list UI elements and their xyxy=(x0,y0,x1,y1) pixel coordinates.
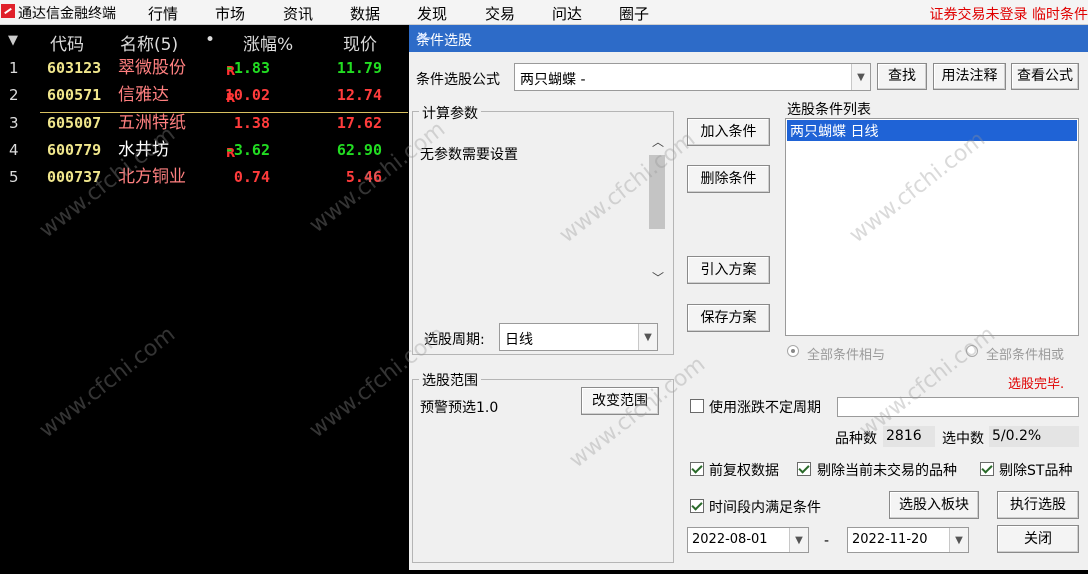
menu-item-market[interactable]: 市场 xyxy=(215,3,245,24)
usage-notes-button[interactable]: 用法注释 xyxy=(933,63,1006,90)
uncertain-period-checkbox[interactable] xyxy=(690,399,704,413)
stock-name: 信雅达 xyxy=(118,85,169,105)
save-plan-button[interactable]: 保存方案 xyxy=(687,304,770,332)
exclude-st-checkbox[interactable] xyxy=(980,462,994,476)
row-index: 1 xyxy=(9,59,19,77)
exclude-untraded-label: 剔除当前未交易的品种 xyxy=(817,463,957,479)
change-percent: -3.62 xyxy=(224,141,270,159)
stock-list: ▼ 代码 名称(5) • 涨幅% 现价 1 603123 翠微股份 R -1.83 11.… xyxy=(0,25,408,574)
scope-group-title: 选股范围 xyxy=(419,370,481,390)
time-range-checkbox[interactable] xyxy=(690,499,704,513)
row-index: 2 xyxy=(9,86,19,104)
condition-list-label: 选股条件列表 xyxy=(787,102,871,118)
done-status: 选股完毕. xyxy=(1008,377,1065,392)
col-header-price[interactable]: 现价 xyxy=(343,30,377,55)
date-to-picker[interactable]: 2022-11-20 ▼ xyxy=(847,527,969,553)
count-value: 2816 xyxy=(883,426,935,447)
add-to-block-button[interactable]: 选股入板块 xyxy=(889,491,979,519)
import-plan-button[interactable]: 引入方案 xyxy=(687,256,770,284)
last-price: 62.90 xyxy=(336,141,382,159)
menu-item-news[interactable]: 资讯 xyxy=(283,3,313,24)
app-logo-icon xyxy=(1,4,15,18)
change-percent: 10.02 xyxy=(224,86,270,104)
col-header-name[interactable]: 名称(5) xyxy=(120,30,178,55)
period-select[interactable]: 日线 ▼ xyxy=(499,323,658,351)
chevron-down-icon[interactable]: ▼ xyxy=(789,528,808,552)
col-header-change[interactable]: 涨幅% xyxy=(243,30,293,55)
table-row[interactable]: 4 600779 水井坊 R -3.62 62.90 xyxy=(0,138,400,163)
table-row[interactable]: 5 000737 北方铜业 0.74 5.46 xyxy=(0,165,400,190)
last-price: 12.74 xyxy=(336,86,382,104)
row-index: 3 xyxy=(9,114,19,132)
stock-code: 600571 xyxy=(47,86,102,104)
exclude-untraded-checkbox[interactable] xyxy=(797,462,811,476)
scroll-down-icon[interactable]: ﹀ xyxy=(652,269,664,286)
last-price: 17.62 xyxy=(336,114,382,132)
menu-item-ask[interactable]: 问达 xyxy=(552,3,582,24)
formula-value: 两只蝴蝶 - xyxy=(520,72,586,88)
dialog-titlebar: 条件选股 — ✕ xyxy=(409,25,1088,52)
close-button[interactable]: 关闭 xyxy=(997,525,1079,553)
chevron-down-icon[interactable]: ▼ xyxy=(949,528,968,552)
app-name: 通达信金融终端 xyxy=(18,6,116,22)
formula-select[interactable]: 两只蝴蝶 - ▼ xyxy=(514,63,871,91)
view-formula-button[interactable]: 查看公式 xyxy=(1011,63,1079,90)
stock-code: 600779 xyxy=(47,141,102,159)
date-from-value: 2022-08-01 xyxy=(692,532,768,547)
close-icon[interactable]: ✕ xyxy=(416,28,1084,46)
add-condition-button[interactable]: 加入条件 xyxy=(687,118,770,146)
exclude-st-label: 剔除ST品种 xyxy=(999,463,1073,479)
date-to-value: 2022-11-20 xyxy=(852,532,928,547)
params-group-title: 计算参数 xyxy=(419,103,481,123)
menu-item-quotes[interactable]: 行情 xyxy=(148,3,178,24)
selected-value: 5/0.2% xyxy=(989,426,1079,447)
sort-arrow-icon[interactable]: ▼ xyxy=(8,33,18,48)
date-separator: - xyxy=(824,533,830,549)
row-index: 5 xyxy=(9,168,19,186)
menu-item-trade[interactable]: 交易 xyxy=(485,3,515,24)
login-status[interactable]: 证券交易未登录 临时条件 xyxy=(930,4,1088,24)
date-from-picker[interactable]: 2022-08-01 ▼ xyxy=(687,527,809,553)
menu-item-discover[interactable]: 发现 xyxy=(417,3,447,24)
period-value: 日线 xyxy=(505,332,533,348)
delete-condition-button[interactable]: 删除条件 xyxy=(687,165,770,193)
row-index: 4 xyxy=(9,141,19,159)
stock-code: 603123 xyxy=(47,59,102,77)
menu-item-data[interactable]: 数据 xyxy=(350,3,380,24)
menu-bar: 通达信金融终端 行情 市场 资讯 数据 发现 交易 问达 圈子 证券交易未登录 … xyxy=(0,0,1088,25)
radio-or-label: 全部条件相或 xyxy=(986,348,1065,363)
formula-label: 条件选股公式 xyxy=(416,72,500,88)
selection-underline xyxy=(40,112,408,113)
find-button[interactable]: 查找 xyxy=(877,63,927,90)
uncertain-period-label: 使用涨跌不定周期 xyxy=(709,400,821,416)
stock-name: 翠微股份 xyxy=(118,58,186,78)
list-item[interactable]: 两只蝴蝶 日线 xyxy=(787,120,1077,141)
col-header-code[interactable]: 代码 xyxy=(50,30,84,55)
menu-item-circle[interactable]: 圈子 xyxy=(619,3,649,24)
selected-label: 选中数 xyxy=(942,431,984,447)
stock-code: 605007 xyxy=(47,114,102,132)
chevron-down-icon[interactable]: ▼ xyxy=(851,64,870,90)
change-percent: 0.74 xyxy=(233,168,270,186)
condition-stock-picker-dialog: 条件选股 — ✕ 条件选股公式 两只蝴蝶 - ▼ 查找 用法注释 查看公式 计算… xyxy=(409,25,1088,570)
last-price: 11.79 xyxy=(336,59,382,77)
change-percent: 1.38 xyxy=(233,114,270,132)
time-range-label: 时间段内满足条件 xyxy=(709,500,821,516)
table-row[interactable]: 1 603123 翠微股份 R -1.83 11.79 xyxy=(0,56,400,81)
table-row[interactable]: 2 600571 信雅达 R 10.02 12.74 xyxy=(0,83,400,108)
table-row[interactable]: 3 605007 五洲特纸 1.38 17.62 xyxy=(0,111,400,136)
pre-adjust-label: 前复权数据 xyxy=(709,463,779,479)
scope-text: 预警预选1.0 xyxy=(420,400,499,416)
condition-list[interactable]: 两只蝴蝶 日线 xyxy=(785,118,1079,336)
col-header-dot: • xyxy=(205,30,216,50)
radio-and-label: 全部条件相与 xyxy=(807,348,886,363)
chevron-down-icon[interactable]: ▼ xyxy=(638,324,657,350)
change-percent: -1.83 xyxy=(224,59,270,77)
execute-selection-button[interactable]: 执行选股 xyxy=(997,491,1079,519)
radio-and[interactable] xyxy=(787,345,799,357)
pre-adjust-checkbox[interactable] xyxy=(690,462,704,476)
